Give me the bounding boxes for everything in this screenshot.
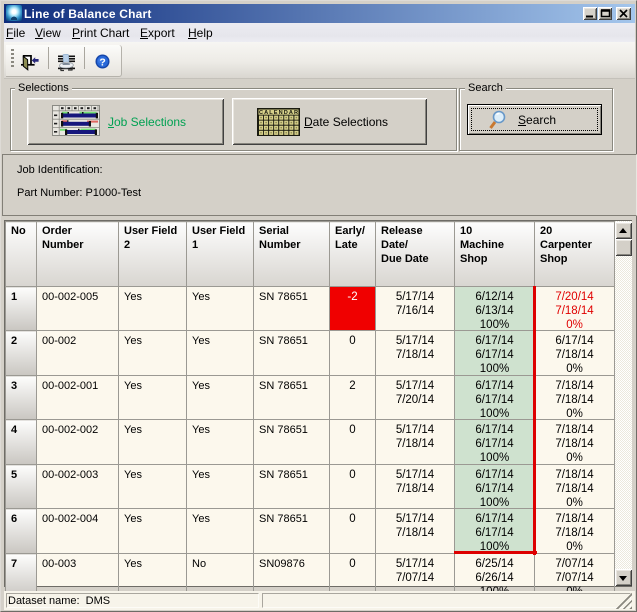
- svg-text:?: ?: [99, 56, 105, 68]
- svg-text:CALENDAR: CALENDAR: [259, 110, 298, 116]
